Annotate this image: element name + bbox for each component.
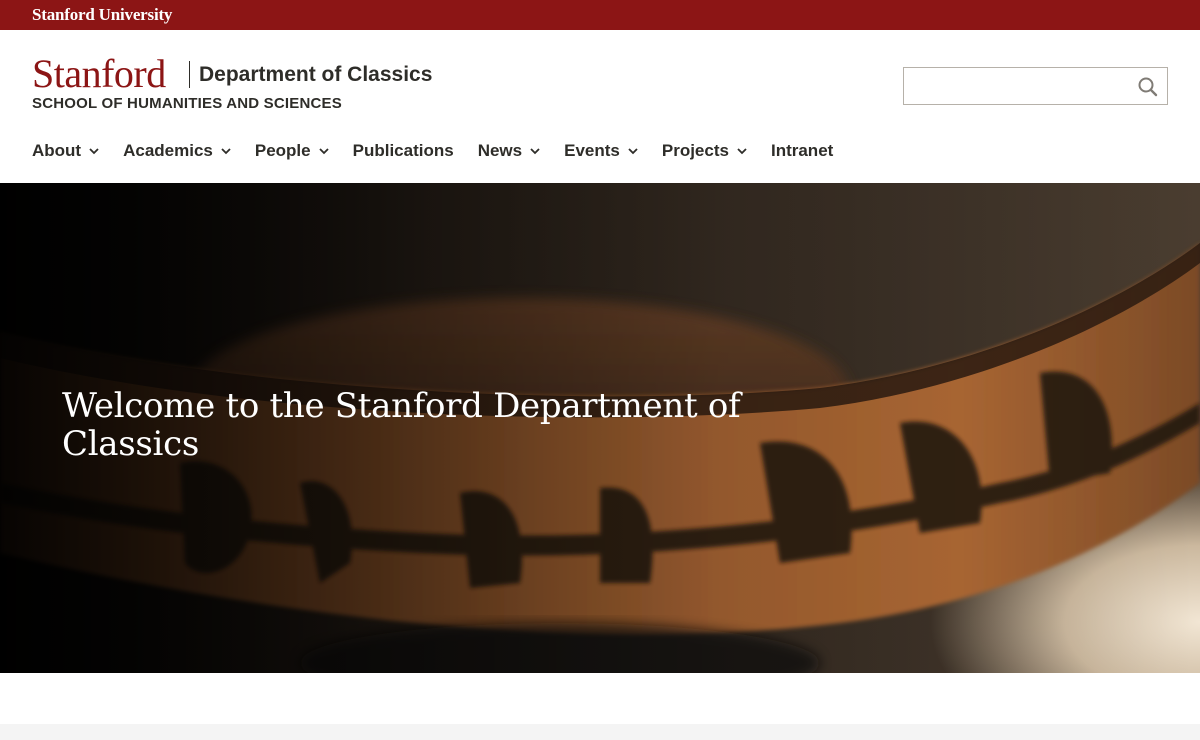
chevron-down-icon <box>221 147 231 154</box>
search-box <box>903 67 1168 105</box>
chevron-down-icon <box>89 147 99 154</box>
nav-item-intranet[interactable]: Intranet <box>771 138 833 164</box>
nav-item-label: People <box>254 141 311 160</box>
chevron-down-icon <box>530 147 540 154</box>
chevron-down-icon <box>318 147 329 154</box>
nav-item-news[interactable]: News <box>478 138 540 164</box>
nav-item-label: Academics <box>123 141 213 160</box>
chevron-down-icon <box>628 147 638 154</box>
nav-item-label: News <box>477 141 523 160</box>
global-header-bar: Stanford University <box>0 0 1200 30</box>
search-button[interactable] <box>1135 74 1161 100</box>
nav-item-people[interactable]: People <box>255 138 329 164</box>
main-navigation: About Academics People Publications News… <box>32 138 857 164</box>
nav-item-academics[interactable]: Academics <box>123 138 231 164</box>
nav-item-label: Events <box>564 141 620 160</box>
nav-item-projects[interactable]: Projects <box>662 138 747 164</box>
department-name: Department of Classics <box>199 63 433 86</box>
stanford-university-link[interactable]: Stanford University <box>32 5 172 25</box>
nav-item-label: Publications <box>352 141 454 160</box>
stanford-wordmark: Stanford <box>32 51 166 96</box>
chevron-down-icon <box>737 147 747 154</box>
nav-item-publications[interactable]: Publications <box>353 138 454 164</box>
nav-item-label: About <box>32 141 82 160</box>
search-input[interactable] <box>904 68 1130 104</box>
nav-item-label: Intranet <box>770 141 834 160</box>
school-name: SCHOOL OF HUMANITIES AND SCIENCES <box>32 95 342 112</box>
lockup-divider <box>189 61 190 88</box>
content-section-strip <box>0 724 1200 740</box>
hero-banner: Welcome to the Stanford Department of Cl… <box>0 183 1200 673</box>
hero-title: Welcome to the Stanford Department of Cl… <box>62 386 741 464</box>
nav-item-label: Projects <box>661 141 729 160</box>
nav-item-about[interactable]: About <box>32 138 99 164</box>
nav-item-events[interactable]: Events <box>564 138 638 164</box>
search-icon <box>1138 77 1158 97</box>
